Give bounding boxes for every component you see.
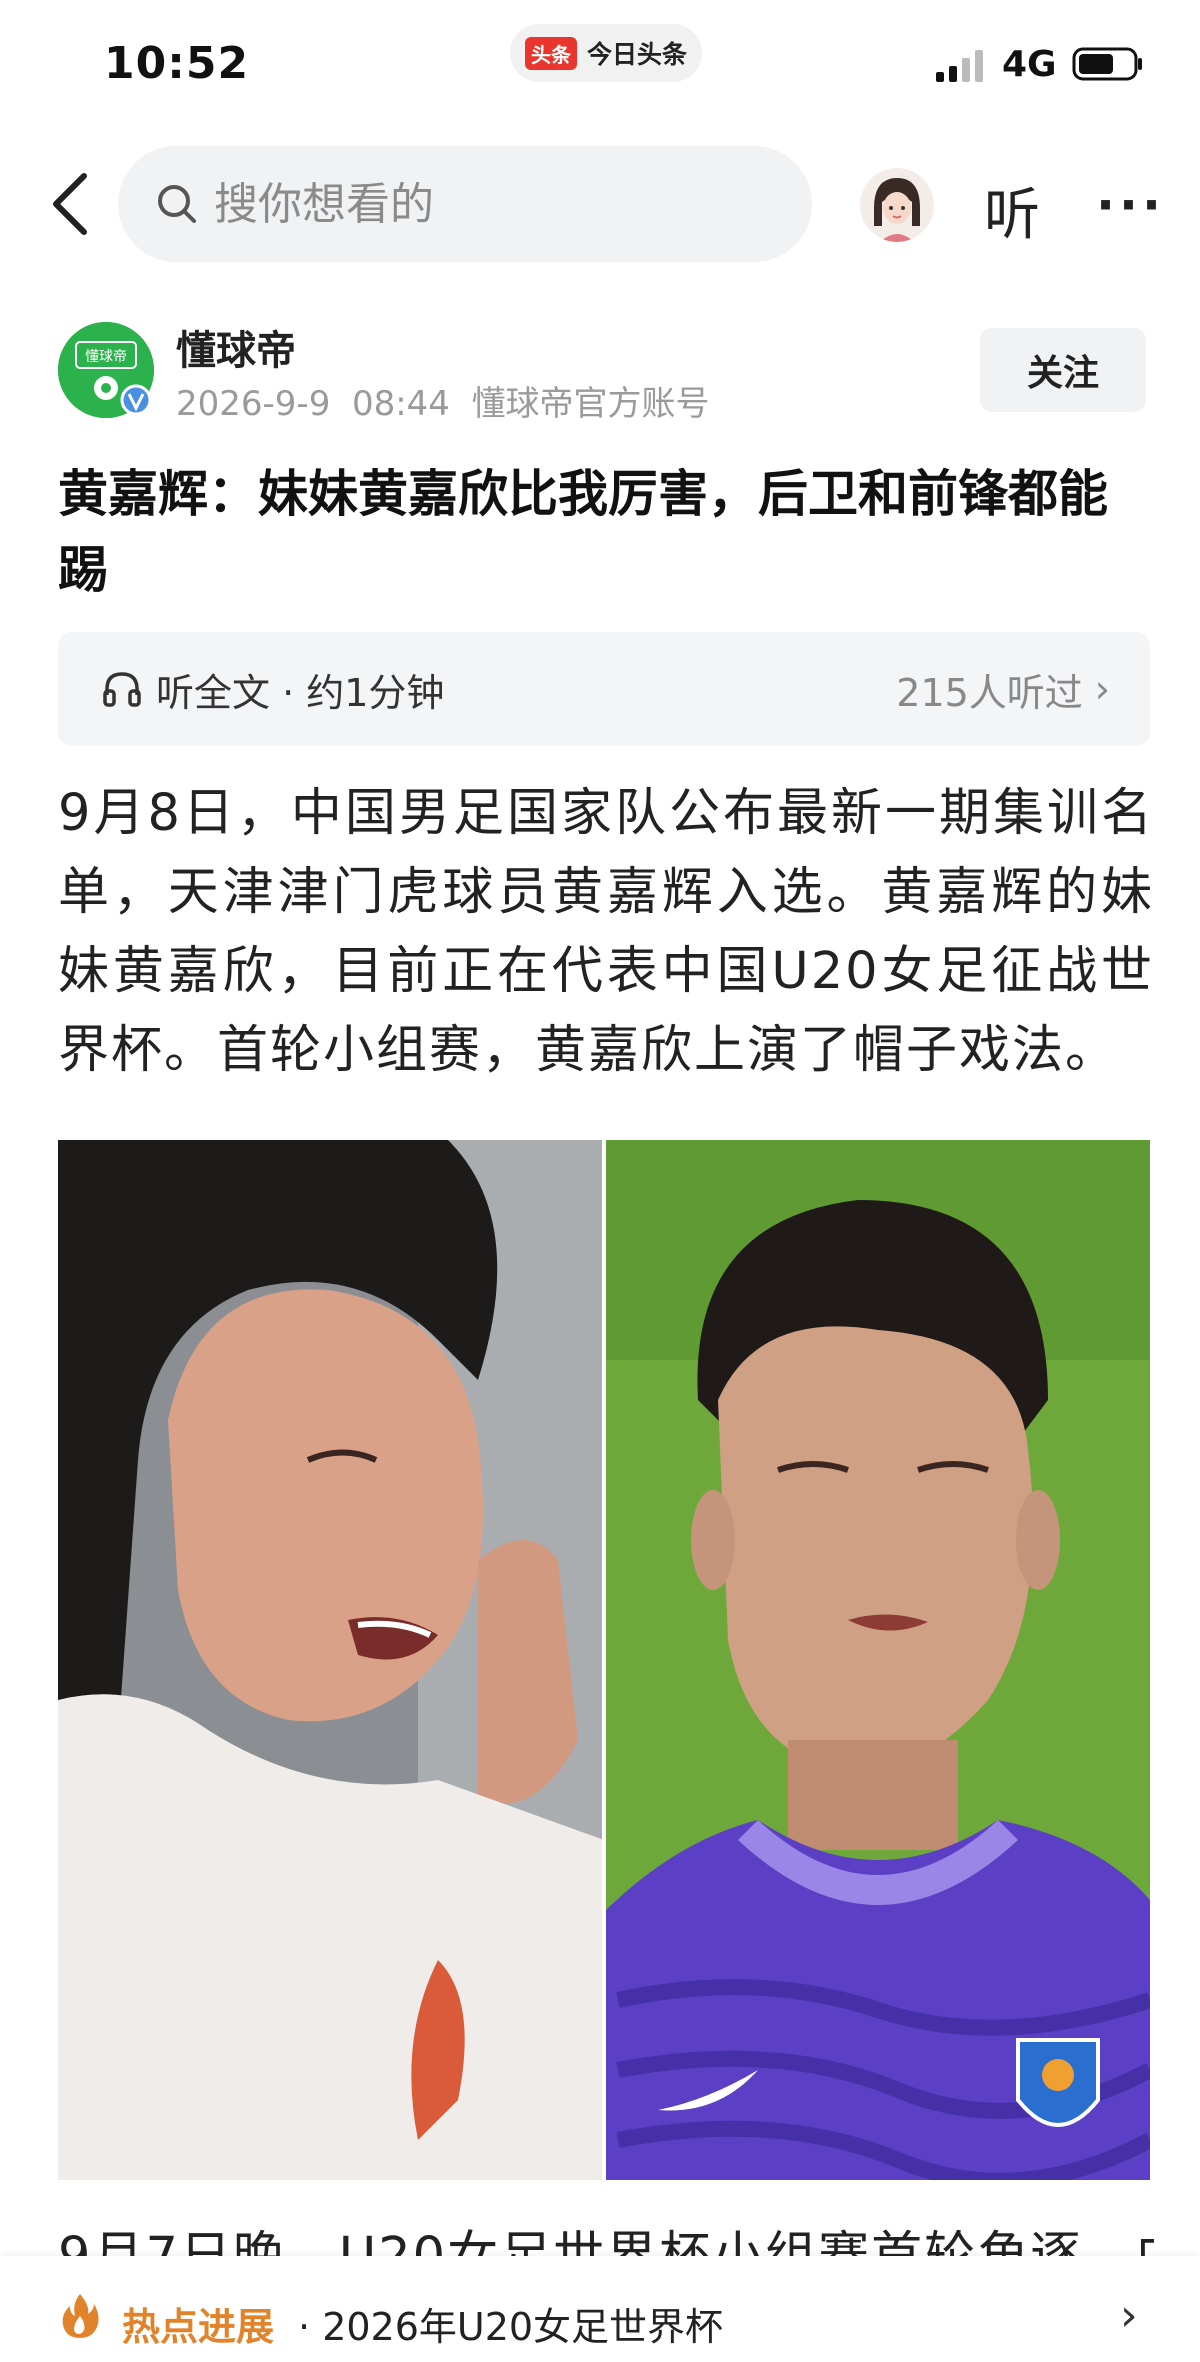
search-bar[interactable] [118,146,812,262]
author-avatar-text: 懂球帝 [85,349,127,365]
author-meta: 2026-9-9 08:44 懂球帝官方账号 [176,376,710,425]
author-name[interactable]: 懂球帝 [176,318,296,376]
article-photo[interactable] [58,1140,1150,2180]
post-date: 2026-9-9 [176,384,331,424]
avatar-icon [860,168,934,242]
post-time: 08:44 [351,384,450,424]
chevron-right-icon[interactable]: › [1120,2290,1138,2341]
listen-full-text[interactable]: 听全文 · 约1分钟 215人听过 › [58,632,1150,746]
signal-icon [936,50,983,82]
account-type: 懂球帝官方账号 [471,384,710,424]
status-time: 10:52 [104,38,250,89]
listen-button[interactable]: 听 [984,170,1040,251]
hot-topic-separator: · [298,2305,311,2349]
hot-topic-text: 2026年U20女足世界杯 [322,2305,724,2349]
user-avatar[interactable] [860,168,934,242]
author-avatar[interactable]: 懂球帝 [58,322,154,418]
back-arrow-icon[interactable] [44,168,100,240]
app-logo: 头条 [524,36,577,70]
app-badge: 头条 今日头条 [510,24,702,82]
app-name: 今日头条 [586,40,687,69]
players-photo [58,1140,1150,2180]
search-input[interactable] [212,177,776,231]
hot-topic-title[interactable]: · 2026年U20女足世界杯 [298,2296,723,2351]
author-logo-icon: 懂球帝 [58,322,154,418]
next-paragraph-partial: 9月7日晚，U20女足世界杯小组赛首轮角逐，中 [58,2228,1154,2256]
article-title: 黄嘉辉：妹妹黄嘉欣比我厉害，后卫和前锋都能踢 [58,465,1108,599]
chevron-right-icon: › [1094,667,1110,711]
fire-icon [62,2294,99,2338]
search-icon [158,185,196,223]
listen-count: 215人听过 [896,670,1083,715]
listen-text: 听全文 · 约1分钟 [156,670,445,715]
article-paragraph: 9月8日，中国男足国家队公布最新一期集训名单，天津津门虎球员黄嘉辉入选。黄嘉辉的… [58,784,1154,1080]
more-button[interactable]: ··· [1096,176,1165,234]
network-type: 4G [1002,44,1057,85]
battery-icon [1072,47,1142,81]
follow-button[interactable]: 关注 [980,328,1146,412]
hot-topic-label: 热点进展 [122,2305,275,2349]
next-paragraph-text: 9月7日晚，U20女足世界杯小组赛首轮角逐，中 [58,2228,1154,2256]
headphones-icon [103,672,141,707]
